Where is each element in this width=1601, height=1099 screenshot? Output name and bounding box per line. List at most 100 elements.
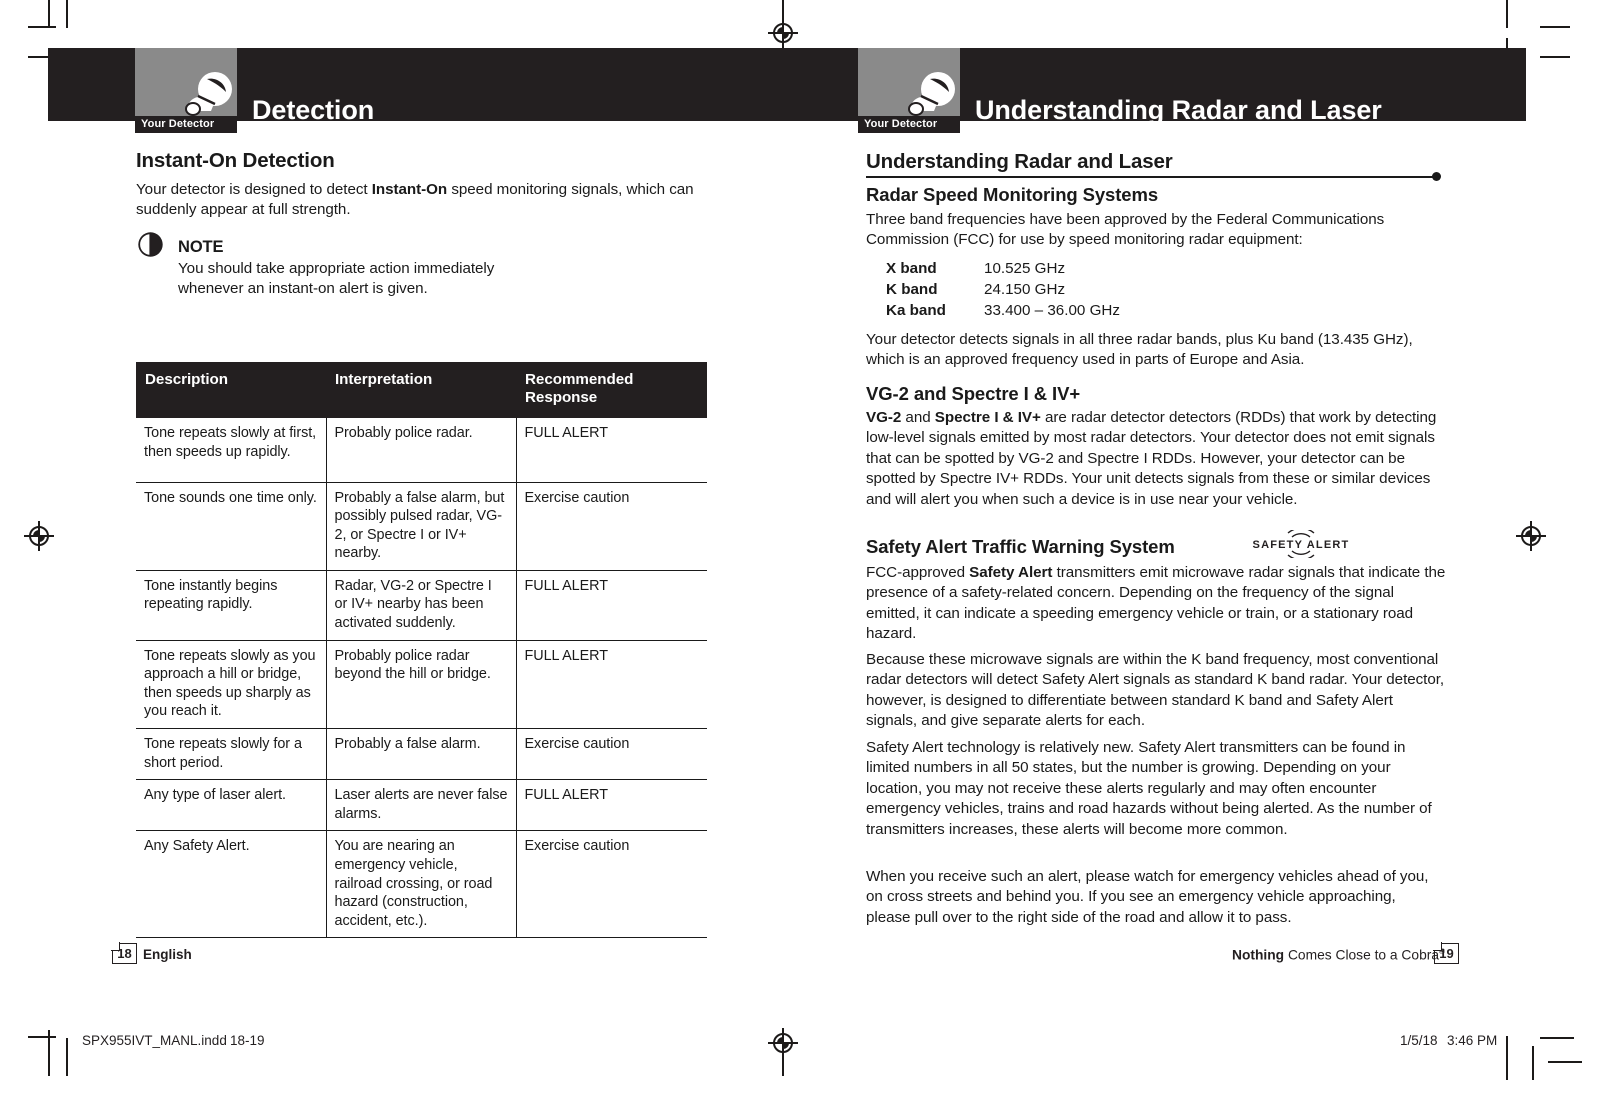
cell-interpretation: Radar, VG-2 or Spectre I or IV+ nearby h… — [326, 570, 517, 641]
table-row: Tone repeats slowly for a short period. … — [136, 728, 707, 781]
crop-mark-top-right-v — [1506, 0, 1508, 28]
right-page-tagline: Nothing Comes Close to a Cobra® — [1232, 947, 1445, 963]
cell-interpretation: Probably police radar. — [326, 418, 517, 483]
cell-response: FULL ALERT — [516, 570, 707, 641]
band-name: Ka band — [886, 302, 946, 319]
svg-text:SAFETY ALERT: SAFETY ALERT — [1253, 539, 1350, 551]
tagline-rest: Comes Close to a Cobra — [1284, 947, 1440, 963]
cell-response: FULL ALERT — [516, 779, 707, 832]
right-page-tab-label: Your Detector — [858, 116, 960, 133]
registration-stem-bottom — [782, 1054, 784, 1076]
cell-description: Any type of laser alert. — [136, 779, 327, 832]
crop-mark-bottom-right-v — [1506, 1036, 1508, 1080]
print-time: 3:46 PM — [1447, 1033, 1498, 1048]
safety-alert-logo-icon: SAFETY ALERT — [1253, 530, 1350, 558]
safety-alert-paragraph-2: Because these microwave signals are with… — [866, 651, 1445, 730]
band-name: X band — [886, 260, 937, 277]
radar-speed-monitoring-paragraph: Three band frequencies have been approve… — [866, 211, 1385, 249]
intro-part-2: Instant-On — [371, 181, 448, 198]
instant-on-intro-paragraph: Your detector is designed to detect Inst… — [136, 180, 718, 221]
table-row: Tone repeats slowly at first, then speed… — [136, 418, 707, 483]
crop-mark-bottom-left-v2 — [66, 1038, 68, 1076]
left-page-header-title: Detection — [252, 95, 375, 125]
intro-part-1: Your detector is designed to detect — [136, 181, 372, 198]
safety-p1-part-2: Safety Alert — [969, 564, 1053, 581]
cell-description: Tone repeats slowly for a short period. — [136, 728, 327, 781]
right-page-header-title: Understanding Radar and Laser — [975, 95, 1382, 125]
band-name: K band — [886, 281, 938, 298]
cell-description: Tone instantly begins repeating rapidly. — [136, 570, 327, 641]
note-label: NOTE — [178, 238, 224, 256]
registration-mark-top-center — [768, 18, 798, 48]
right-page-number-box: 19 — [1433, 942, 1459, 964]
crop-mark-bottom-right-h — [1540, 1037, 1574, 1039]
radar-detector-icon — [185, 72, 232, 116]
registration-mark-left — [24, 521, 54, 551]
crop-mark-top-right-h2 — [1540, 56, 1570, 58]
table-row: Tone repeats slowly as you approach a hi… — [136, 640, 707, 730]
cell-description: Any Safety Alert. — [136, 830, 327, 939]
safety-alert-paragraph-3: Safety Alert technology is relatively ne… — [866, 739, 1432, 838]
crop-mark-bottom-left-h — [28, 1036, 56, 1038]
column-header-recommended-response: Recommended Response — [516, 362, 707, 418]
cell-description: Tone repeats slowly at first, then speed… — [136, 418, 327, 483]
right-page-section-title: Understanding Radar and Laser — [866, 150, 1173, 173]
crop-mark-top-right-h — [1540, 26, 1570, 28]
vg2-part-2: and — [901, 409, 935, 426]
table-row: Any type of laser alert. Laser alerts ar… — [136, 779, 707, 832]
band-row: Ka band 33.400 – 36.00 GHz — [886, 301, 1286, 323]
tagline-bold: Nothing — [1232, 947, 1285, 963]
column-header-description: Description — [136, 362, 326, 418]
radar-detector-icon — [908, 72, 955, 116]
safety-alert-paragraph-4: When you receive such an alert, please w… — [866, 868, 1429, 926]
cell-response: Exercise caution — [516, 728, 707, 781]
table-row: Tone instantly begins repeating rapidly.… — [136, 570, 707, 641]
note-icon — [138, 232, 163, 257]
left-page-detector-tab — [135, 48, 237, 121]
vg2-part-3: Spectre I & IV+ — [934, 409, 1041, 426]
table-row: Tone sounds one time only. Probably a fa… — [136, 482, 707, 571]
print-page-range: 18-19 — [230, 1033, 265, 1048]
band-frequency: 10.525 GHz — [984, 260, 1066, 277]
band-note-paragraph: Your detector detects signals in all thr… — [866, 331, 1413, 369]
print-date: 1/5/18 — [1400, 1033, 1438, 1048]
print-filename: SPX955IVT_MANL.indd — [82, 1033, 227, 1048]
cell-interpretation: You are nearing an emergency vehicle, ra… — [326, 830, 517, 939]
cell-interpretation: Probably a false alarm, but possibly pul… — [326, 482, 517, 571]
right-page-detector-tab — [858, 48, 960, 121]
note-body: You should take appropriate action immed… — [178, 260, 495, 298]
cell-response: FULL ALERT — [516, 640, 707, 730]
vg2-spectre-paragraph: VG-2 and Spectre I & IV+ are radar detec… — [866, 408, 1444, 510]
cell-interpretation: Probably a false alarm. — [326, 728, 517, 781]
cell-response: Exercise caution — [516, 830, 707, 939]
cell-description: Tone sounds one time only. — [136, 482, 327, 571]
registration-stem-top — [782, 0, 784, 22]
safety-alert-paragraph-1: FCC-approved Safety Alert transmitters e… — [866, 563, 1446, 645]
table-header-row: Description Interpretation Recommended R… — [136, 362, 707, 418]
crop-mark-top-left-v — [48, 0, 50, 28]
cell-description: Tone repeats slowly as you approach a hi… — [136, 640, 327, 730]
crop-mark-bottom-right-v2 — [1532, 1046, 1534, 1080]
table-row: Any Safety Alert. You are nearing an eme… — [136, 830, 707, 939]
safety-alert-heading: Safety Alert Traffic Warning System — [866, 536, 1175, 557]
cell-response: FULL ALERT — [516, 418, 707, 483]
safety-p1-part-1: FCC-approved — [866, 564, 970, 581]
alert-interpretation-table: Description Interpretation Recommended R… — [136, 362, 707, 939]
crop-mark-bottom-right-h2 — [1548, 1061, 1582, 1063]
band-frequency: 33.400 – 36.00 GHz — [984, 302, 1120, 319]
print-spread-page: Your Detector Detection Instant-On Detec… — [0, 0, 1601, 1099]
left-page-tab-label: Your Detector — [135, 116, 237, 133]
crop-mark-top-left-h — [28, 26, 56, 28]
cell-interpretation: Probably police radar beyond the hill or… — [326, 640, 517, 730]
left-page-section-title: Instant-On Detection — [136, 149, 335, 172]
vg2-part-1: VG-2 — [866, 409, 902, 426]
cell-interpretation: Laser alerts are never false alarms. — [326, 779, 517, 832]
left-page-number-box: 18 — [111, 942, 137, 964]
registration-mark-right — [1516, 521, 1546, 551]
band-frequency: 24.150 GHz — [984, 281, 1066, 298]
band-row: K band 24.150 GHz — [886, 280, 1286, 302]
crop-mark-top-left-v2 — [66, 0, 68, 28]
vg2-spectre-heading: VG-2 and Spectre I & IV+ — [866, 383, 1081, 404]
section-title-rule — [866, 172, 1441, 182]
left-page-language-label: English — [143, 947, 192, 962]
